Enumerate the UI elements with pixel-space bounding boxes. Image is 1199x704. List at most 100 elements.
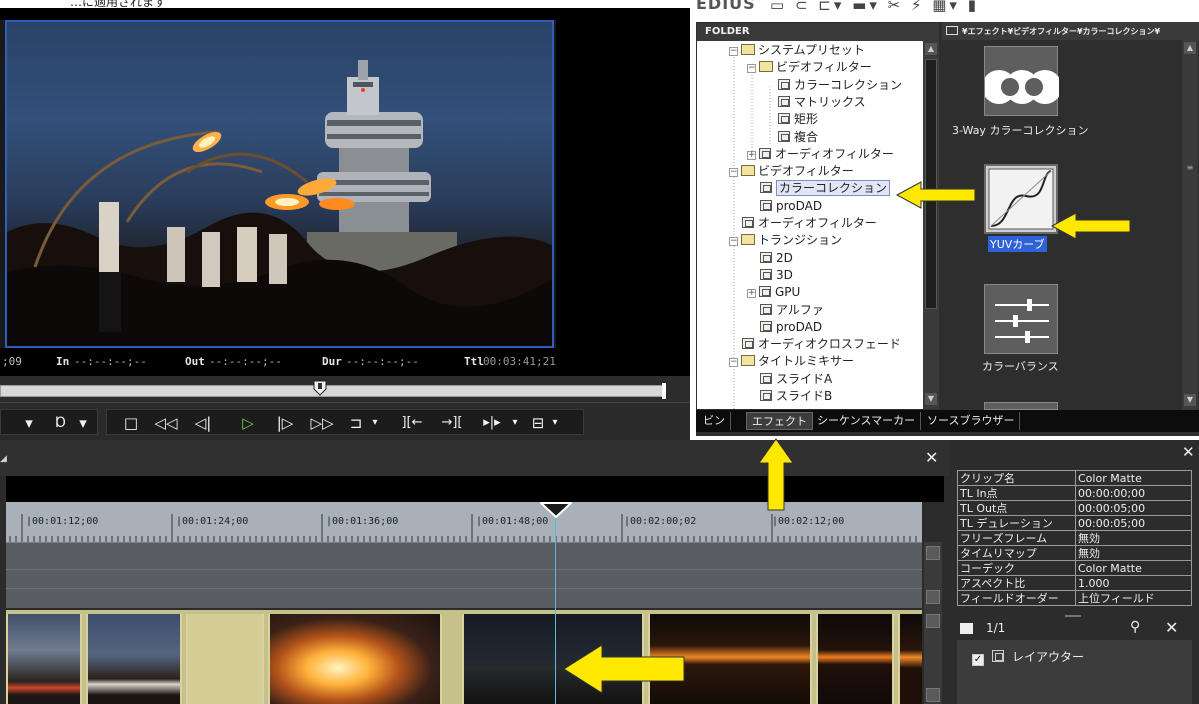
fast-forward-button[interactable]: ▷▷ xyxy=(307,411,337,435)
video-clip[interactable] xyxy=(86,614,182,704)
loop-dropdown[interactable]: ▾ xyxy=(369,411,381,435)
effect-folder-icon xyxy=(778,78,790,90)
tab-bin[interactable]: ビン xyxy=(698,412,731,430)
main-toolbar: EDIUS ▭ ⊂ ⊏▾ ▬▾ ✂ ⚡ ▦▾ ▮ xyxy=(690,0,1199,20)
timecode-ttl-value: 00:03:41;21 xyxy=(483,355,556,368)
tree-item[interactable]: − トランジション xyxy=(729,232,842,249)
scrubber-handle[interactable] xyxy=(313,380,327,396)
scrubber-track[interactable] xyxy=(0,385,666,397)
tree-item[interactable]: スライドB xyxy=(747,388,832,405)
effect-folder-icon xyxy=(778,130,790,142)
effect-thumb-3way[interactable] xyxy=(982,46,1062,116)
timeline-window: ◢ ✕ |00:01:12;00 |00:01:24;00 |00:01:36;… xyxy=(0,440,950,704)
tree-item[interactable]: − システムプリセット xyxy=(729,42,865,59)
tree-item[interactable]: アルファ xyxy=(747,302,824,319)
playhead-marker[interactable] xyxy=(540,502,572,518)
mark-out-dropdown[interactable]: ▾ xyxy=(73,411,93,435)
expand-icon[interactable]: + xyxy=(747,150,756,160)
toolbar-icons[interactable]: ▭ ⊂ ⊏▾ ▬▾ ✂ ⚡ ▦▾ ▮ xyxy=(770,0,979,14)
timeline-scrollbar[interactable] xyxy=(924,542,942,704)
scroll-up-icon[interactable]: ▲ xyxy=(1184,42,1196,54)
collapse-icon[interactable]: − xyxy=(729,168,738,178)
video-clip[interactable] xyxy=(898,614,922,704)
collapse-icon[interactable]: − xyxy=(747,64,756,74)
tree-item[interactable]: − タイトルミキサー xyxy=(729,353,854,370)
output-dropdown[interactable]: ▾ xyxy=(549,411,561,435)
stop-button[interactable]: □ xyxy=(119,411,143,435)
tree-item[interactable]: オーディオフィルター xyxy=(729,215,877,232)
scroll-grip-icon[interactable]: ≡ xyxy=(1184,162,1196,174)
tree-item[interactable]: − ビデオフィルター xyxy=(747,59,872,76)
timeline-menu-icon[interactable]: ◢ xyxy=(0,454,7,464)
tab-source-browser[interactable]: ソースブラウザー xyxy=(922,412,1021,430)
scroll-thumb[interactable] xyxy=(926,590,940,604)
collapse-icon[interactable]: − xyxy=(729,358,738,368)
insert-in-button[interactable]: ][← xyxy=(395,411,429,435)
effect-thumb-color-balance[interactable] xyxy=(984,284,1058,354)
scroll-down-icon[interactable]: ▼ xyxy=(925,393,937,405)
tree-item-label: ビデオフィルター xyxy=(758,164,854,179)
scroll-grip-icon[interactable] xyxy=(926,614,940,628)
output-button[interactable]: ⊟ xyxy=(527,411,549,435)
step-forward-button[interactable]: |▷ xyxy=(271,411,299,435)
delete-icon[interactable]: ✕ xyxy=(1165,618,1178,637)
effect-thumb-next[interactable] xyxy=(984,402,1058,410)
mark-out-button[interactable]: Ɒ xyxy=(51,411,71,435)
tab-effects[interactable]: エフェクト xyxy=(746,412,813,430)
effect-settings-icon[interactable]: ⚲ xyxy=(1130,619,1140,635)
color-matte-clip[interactable] xyxy=(186,614,264,704)
rewind-button[interactable]: ◁◁ xyxy=(151,411,181,435)
folder-tree-scrollbar[interactable]: ▲ ▼ xyxy=(923,41,939,409)
collapse-icon[interactable]: − xyxy=(729,237,738,247)
scroll-down-icon[interactable]: ▼ xyxy=(1184,394,1196,406)
scroll-down-icon[interactable] xyxy=(926,688,940,702)
tree-item[interactable]: オーディオクロスフェード xyxy=(729,336,901,353)
playhead-line[interactable] xyxy=(555,510,556,704)
folder-icon xyxy=(741,234,755,246)
video-clip[interactable] xyxy=(816,614,894,704)
tree-item[interactable]: proDAD xyxy=(747,319,822,336)
tree-item[interactable]: 3D xyxy=(747,267,793,284)
tree-item[interactable]: 複合 xyxy=(765,129,818,146)
stop-icon: □ xyxy=(123,414,139,432)
effect-caption-color-balance[interactable]: カラーバランス xyxy=(982,358,1059,374)
effect-caption-3way[interactable]: 3-Way カラーコレクション xyxy=(952,122,1088,138)
effect-caption-yuv-curve[interactable]: YUVカーブ xyxy=(988,236,1047,252)
tab-sequence-markers[interactable]: シーケンスマーカー xyxy=(812,412,922,430)
close-icon[interactable]: ✕ xyxy=(925,448,938,467)
tree-item[interactable]: proDAD xyxy=(747,198,822,215)
split-dropdown[interactable]: ▾ xyxy=(509,411,521,435)
tree-item[interactable]: カラーコレクション xyxy=(765,77,902,94)
tree-item[interactable]: マトリックス xyxy=(765,94,866,111)
close-icon[interactable]: ✕ xyxy=(1182,443,1195,461)
transport-bar: ▾ Ɒ ▾ □ ◁◁ ◁| ▷ |▷ ▷▷ ⊐ ▾ ][← →][ ▸|▸ ▾ … xyxy=(0,402,690,440)
tree-item[interactable]: 矩形 xyxy=(765,111,818,128)
scrubber[interactable] xyxy=(0,376,690,402)
enable-checkbox[interactable]: ✓ xyxy=(972,654,984,666)
video-clip[interactable] xyxy=(268,614,442,704)
filter-row[interactable]: ✓ レイアウター xyxy=(972,648,1084,666)
mark-in-button[interactable]: ▾ xyxy=(19,411,39,435)
timeline-track-empty[interactable] xyxy=(6,542,922,608)
play-button[interactable]: ▷ xyxy=(235,411,261,435)
tree-item[interactable]: − ビデオフィルター xyxy=(729,163,854,180)
expand-icon[interactable]: + xyxy=(747,289,756,299)
loop-button[interactable]: ⊐ xyxy=(345,411,367,435)
tree-item[interactable]: + GPU xyxy=(747,284,800,301)
collapse-icon[interactable]: − xyxy=(729,47,738,56)
effect-thumb-yuv-curve[interactable] xyxy=(984,164,1058,234)
video-clip[interactable] xyxy=(6,614,82,704)
step-back-button[interactable]: ◁| xyxy=(189,411,217,435)
page-indicator: 1/1 xyxy=(986,621,1006,635)
split-button[interactable]: ▸|▸ xyxy=(475,411,509,435)
tree-item[interactable]: + オーディオフィルター xyxy=(747,146,894,163)
effect-list-scrollbar[interactable]: ▲ ≡ ▼ xyxy=(1182,40,1198,410)
tree-item[interactable]: カラーコレクション xyxy=(747,180,891,197)
tree-item[interactable]: 2D xyxy=(747,250,793,267)
play-icon: ▷ xyxy=(242,414,254,432)
scroll-up-icon[interactable]: ▲ xyxy=(925,43,937,55)
video-track[interactable] xyxy=(6,610,922,704)
insert-out-button[interactable]: →][ xyxy=(435,411,469,435)
scroll-up-icon[interactable] xyxy=(926,546,940,560)
tree-item[interactable]: スライドA xyxy=(747,371,832,388)
